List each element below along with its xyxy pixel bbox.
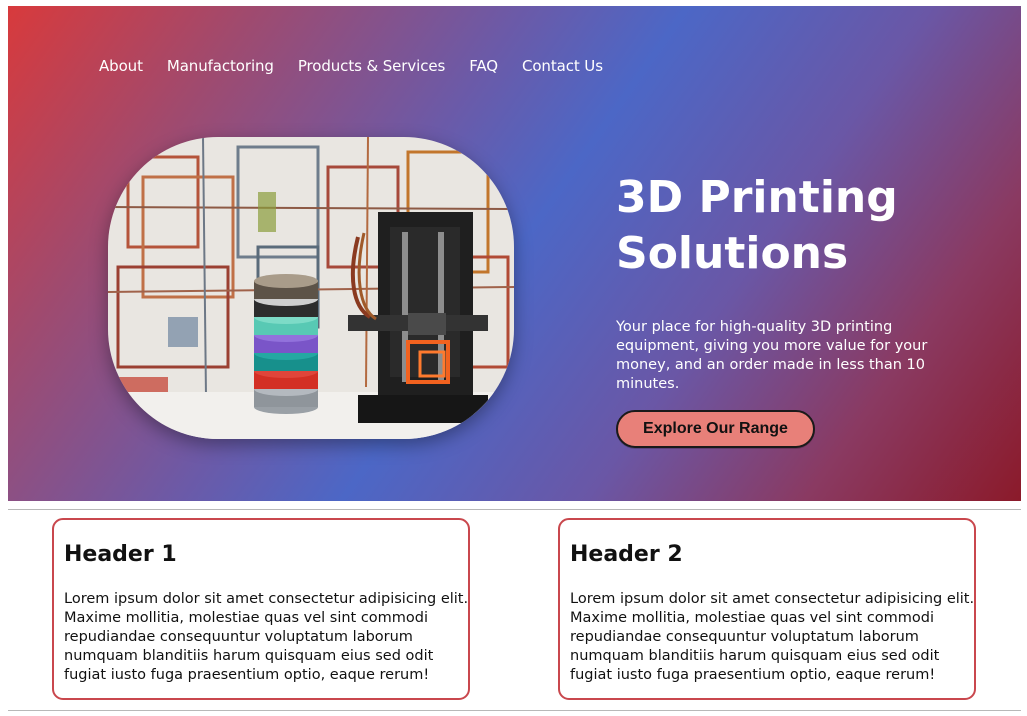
hero-description: Your place for high-quality 3D printing … — [616, 319, 928, 392]
hero-banner: About Manufactoring Products & Services … — [8, 6, 1021, 501]
top-divider — [8, 509, 1021, 510]
explore-range-button[interactable]: Explore Our Range — [616, 410, 815, 448]
nav-link-about[interactable]: About — [99, 57, 143, 75]
info-card-1: Header 1 Lorem ipsum dolor sit amet cons… — [52, 518, 470, 700]
card-header: Header 1 — [64, 542, 177, 567]
card-body: Lorem ipsum dolor sit amet consectetur a… — [570, 591, 975, 683]
bottom-divider — [8, 710, 1021, 711]
nav-link-contact-us[interactable]: Contact Us — [522, 57, 603, 75]
hero-title: 3D Printing Solutions — [616, 172, 898, 279]
nav-link-faq[interactable]: FAQ — [469, 57, 498, 75]
info-card-2: Header 2 Lorem ipsum dolor sit amet cons… — [558, 518, 976, 700]
hero-image — [108, 137, 514, 439]
printer-photo-illustration — [108, 137, 514, 439]
main-nav: About Manufactoring Products & Services … — [99, 57, 603, 75]
card-body: Lorem ipsum dolor sit amet consectetur a… — [64, 591, 469, 683]
nav-link-products-services[interactable]: Products & Services — [298, 57, 445, 75]
card-header: Header 2 — [570, 542, 683, 567]
nav-link-manufactoring[interactable]: Manufactoring — [167, 57, 274, 75]
